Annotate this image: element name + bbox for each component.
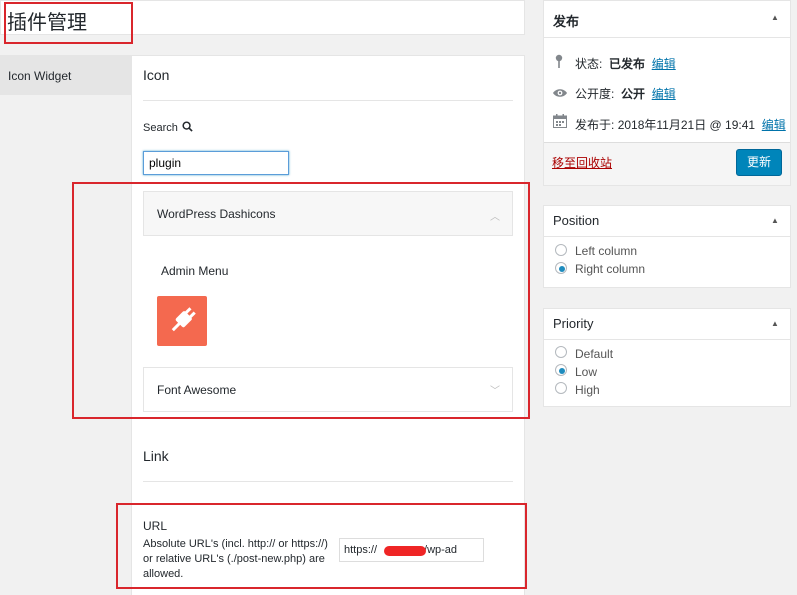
divider [143,481,513,482]
search-label: Search [143,121,193,134]
position-box-title: Position [553,213,600,228]
annotation-highlight-icon-picker [72,182,530,419]
icon-section-title: Icon [143,67,170,83]
annotation-highlight-url [116,503,527,589]
calendar-icon [553,114,567,131]
radio-label: Low [575,365,598,379]
radio-low[interactable] [555,364,567,376]
link-section-title: Link [143,448,169,464]
priority-box-title: Priority [553,316,594,331]
published-date-row: 发布于: 2018年11月21日 @ 19:41 编辑 [575,118,786,132]
collapse-caret-icon[interactable]: ▲ [771,216,779,225]
edit-visibility-link[interactable]: 编辑 [652,87,676,101]
icon-search-input[interactable] [143,151,289,175]
radio-high[interactable] [555,382,567,394]
eye-icon [552,87,568,102]
annotation-highlight-title [4,2,133,44]
update-button[interactable]: 更新 [736,149,782,176]
visibility-row: 公开度: 公开 编辑 [575,87,676,101]
collapse-caret-icon[interactable]: ▲ [771,13,779,22]
radio-label: Right column [575,262,646,276]
status-row: 状态: 已发布 编辑 [575,57,676,71]
radio-right-column[interactable] [555,262,567,274]
divider [544,236,790,237]
radio-label: High [575,383,600,397]
divider [544,339,790,340]
collapse-caret-icon[interactable]: ▲ [771,319,779,328]
edit-status-link[interactable]: 编辑 [652,57,676,71]
search-icon [182,121,193,132]
radio-left-column[interactable] [555,244,567,256]
divider [143,100,513,101]
radio-label: Default [575,347,614,361]
divider [544,37,790,38]
edit-date-link[interactable]: 编辑 [762,118,786,132]
move-to-trash-link[interactable]: 移至回收站 [552,154,612,171]
pin-icon [553,54,565,71]
publish-box-title: 发布 [553,14,580,29]
radio-label: Left column [575,244,638,258]
radio-default[interactable] [555,346,567,358]
sidebar-tab-label: Icon Widget [8,69,72,83]
